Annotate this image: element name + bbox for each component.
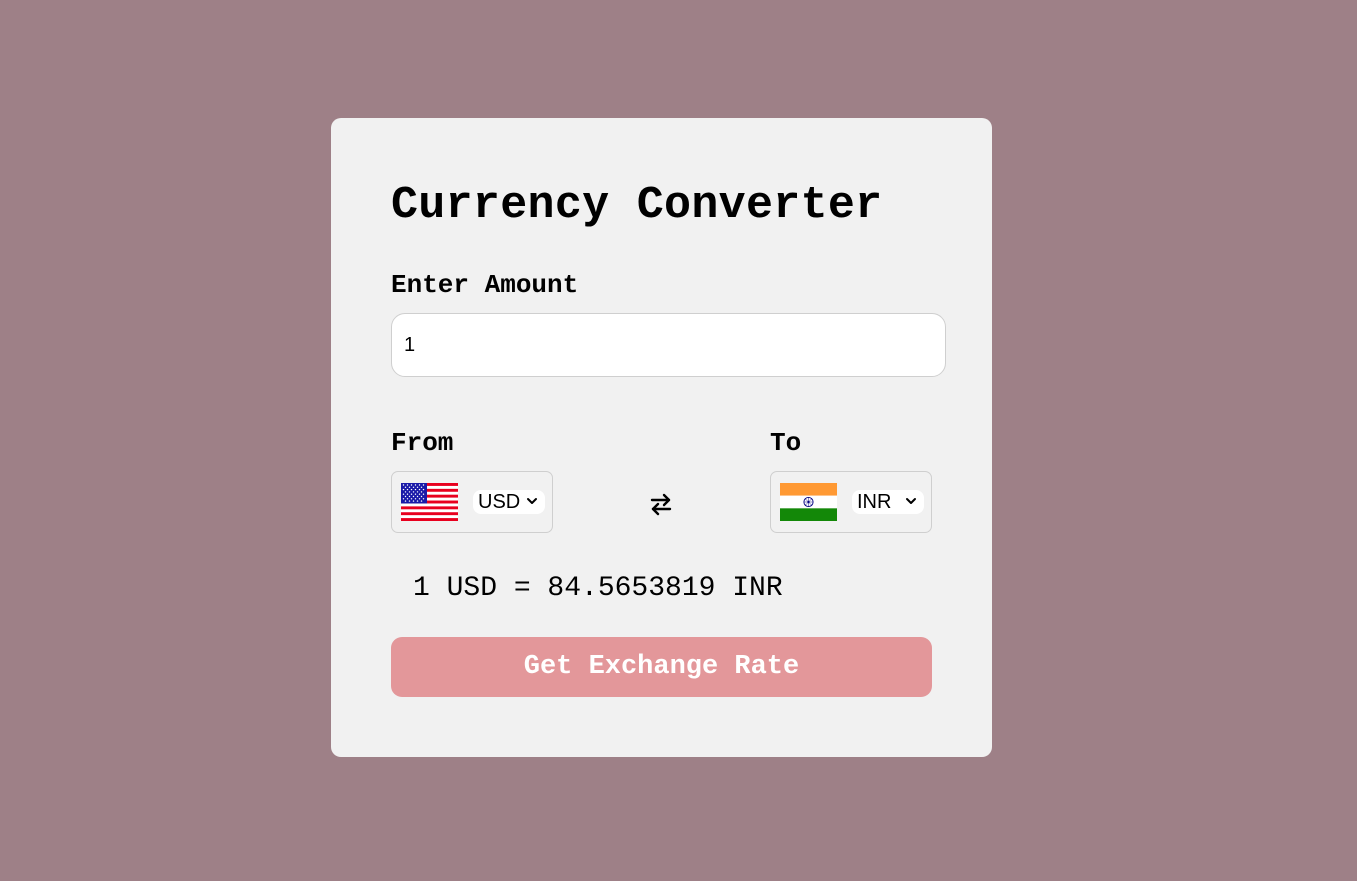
to-label: To [770, 428, 802, 458]
amount-input[interactable] [391, 313, 946, 377]
us-flag-icon [401, 483, 458, 521]
swap-arrows-icon[interactable] [649, 492, 673, 516]
page-title: Currency Converter [391, 180, 883, 231]
to-currency-dropdown[interactable]: INR [852, 490, 924, 514]
to-currency-value: INR [857, 491, 892, 513]
exchange-rate-result: 1 USD = 84.5653819 INR [413, 573, 783, 604]
india-flag-icon [780, 483, 837, 521]
get-exchange-rate-button[interactable]: Get Exchange Rate [391, 637, 932, 697]
chevron-down-icon [906, 498, 916, 504]
converter-card: Currency Converter Enter Amount From [331, 118, 992, 757]
from-currency-select[interactable]: USD [391, 471, 553, 533]
to-currency-select[interactable]: INR [770, 471, 932, 533]
chevron-down-icon [527, 498, 537, 504]
from-currency-value: USD [478, 491, 521, 513]
amount-label: Enter Amount [391, 270, 579, 300]
from-currency-dropdown[interactable]: USD [473, 490, 545, 514]
from-label: From [391, 428, 454, 458]
